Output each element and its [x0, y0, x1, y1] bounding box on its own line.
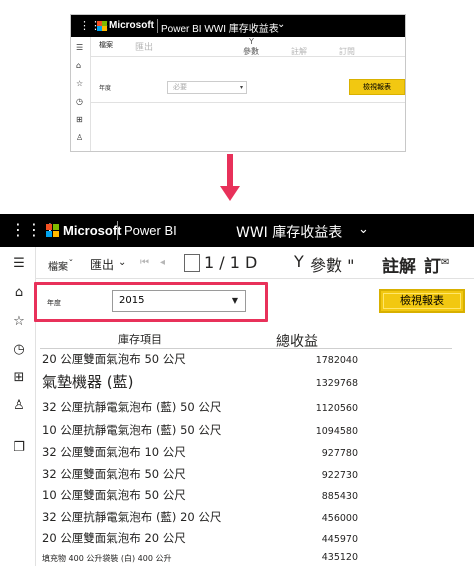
export-menu[interactable]: 匯出: [135, 40, 153, 53]
parameters-icon[interactable]: Y: [249, 37, 254, 46]
view-report-button[interactable]: 檢視報表: [349, 79, 405, 95]
file-menu[interactable]: 檔案: [99, 40, 113, 50]
row-value: 1094580: [315, 426, 358, 437]
first-page-icon[interactable]: ⏮: [140, 257, 149, 268]
subscribe-button[interactable]: 訂: [424, 252, 441, 277]
chevron-down-icon: ⌄: [118, 257, 127, 268]
home-icon[interactable]: ⌂: [76, 61, 81, 70]
thumbnail-brand: Microsoft: [109, 20, 154, 31]
row-value: 445970: [321, 534, 358, 545]
row-value: 922730: [321, 470, 358, 481]
workspaces-icon[interactable]: ❐: [11, 441, 27, 455]
dropdown-caret-icon: ▾: [239, 84, 243, 91]
export-menu[interactable]: 匯出: [90, 256, 114, 273]
year-label: 年度: [99, 85, 112, 92]
row-value: 1120560: [315, 403, 358, 414]
parameters-button[interactable]: 參數: [243, 46, 259, 57]
chevron-down-icon[interactable]: ⌄: [358, 222, 369, 237]
thumbnail-screenshot: ⋮⋮⋮ Microsoft Power BI WWI 庫存收益表 ⌄ ☰ ⌂ ☆…: [70, 14, 406, 152]
page-indicator: 1 / 1 D: [204, 253, 258, 272]
year-select-value: 2015: [119, 295, 145, 306]
dropdown-caret-icon: ▼: [231, 296, 238, 305]
page-number-input[interactable]: [184, 254, 200, 272]
row-item: 10 公厘雙面氣泡布 50 公尺: [42, 488, 186, 502]
row-item: 32 公厘抗靜電氣泡布 (藍) 50 公尺: [42, 400, 222, 414]
row-value: 927780: [321, 448, 358, 459]
row-value: 1329768: [315, 378, 358, 389]
recent-icon[interactable]: ◷: [76, 97, 83, 106]
table-row: 20 公厘雙面氣泡布 50 公尺 1782040: [40, 348, 460, 370]
table-row: 填充物 400 公升袋裝 (白) 400 公升 435120: [40, 545, 460, 566]
file-menu[interactable]: 檔案: [48, 258, 68, 273]
thumbnail-toolbar: 檔案 匯出 Y 參數 註解 訂閱: [91, 37, 405, 57]
shared-icon[interactable]: ♙: [76, 133, 83, 142]
microsoft-logo-icon: [46, 224, 59, 237]
parameters-button[interactable]: 參數 ": [310, 252, 354, 276]
comment-button[interactable]: 註解: [291, 46, 307, 57]
down-arrow-icon: [227, 154, 233, 188]
previous-page-icon[interactable]: ◂: [160, 257, 165, 268]
row-item: 10 公厘抗靜電氣泡布 (藍) 50 公尺: [42, 423, 222, 437]
row-value: 435120: [321, 552, 358, 563]
hamburger-icon[interactable]: ☰: [11, 257, 27, 271]
year-select-empty[interactable]: 必要 ▾: [167, 81, 247, 94]
report-title: WWI 庫存收益表: [236, 225, 343, 241]
main-screenshot: ⋮⋮⋮ Microsoft Power BI WWI 庫存收益表 ⌄ ☰ ⌂ ☆…: [0, 214, 474, 566]
select-placeholder: 必要: [173, 83, 187, 91]
table-row: 氣墊機器 (藍) 1329768: [40, 371, 460, 395]
table-row: 32 公厘雙面氣泡布 10 公尺 927780: [40, 441, 460, 463]
app-launcher-icon[interactable]: ⋮⋮⋮: [79, 20, 112, 32]
table-row: 32 公厘抗靜電氣泡布 (藍) 20 公尺 456000: [40, 506, 460, 528]
microsoft-logo-icon: [97, 21, 107, 31]
thumbnail-sidebar: ☰ ⌂ ☆ ◷ ⊞ ♙: [71, 37, 91, 151]
row-value: 885430: [321, 491, 358, 502]
brand-name: Microsoft: [63, 223, 122, 238]
column-header-item: 庫存項目: [118, 333, 162, 346]
recent-icon[interactable]: ◷: [11, 343, 27, 357]
table-row: 10 公厘雙面氣泡布 50 公尺 885430: [40, 484, 460, 506]
row-item: 氣墊機器 (藍): [42, 373, 134, 391]
home-icon[interactable]: ⌂: [11, 286, 27, 300]
row-item: 20 公厘雙面氣泡布 50 公尺: [42, 352, 186, 366]
row-value: 456000: [321, 513, 358, 524]
shared-icon[interactable]: ♙: [11, 399, 27, 413]
thumbnail-report-title: Power BI WWI 庫存收益表: [161, 24, 279, 35]
view-report-button[interactable]: 檢視報表: [379, 289, 465, 313]
year-select[interactable]: 2015 ▼: [112, 290, 246, 312]
table-row: 32 公厘雙面氣泡布 50 公尺 922730: [40, 463, 460, 485]
chevron-down-icon: ⌄: [68, 255, 74, 263]
row-value: 1782040: [315, 355, 358, 366]
report-toolbar: 檔案 ⌄ 匯出 ⌄ ⏮ ◂ 1 / 1 D Y 參數 " 註解 訂 ✉: [36, 247, 474, 279]
apps-icon[interactable]: ⊞: [11, 371, 27, 385]
row-item: 20 公厘雙面氣泡布 20 公尺: [42, 531, 186, 545]
parameters-icon[interactable]: Y: [294, 252, 304, 271]
table-row: 32 公厘抗靜電氣泡布 (藍) 50 公尺 1120560: [40, 396, 460, 418]
tutorial-figure: ⋮⋮⋮ Microsoft Power BI WWI 庫存收益表 ⌄ ☰ ⌂ ☆…: [0, 0, 474, 566]
thumbnail-topbar: ⋮⋮⋮ Microsoft Power BI WWI 庫存收益表 ⌄: [71, 15, 405, 37]
chevron-down-icon[interactable]: ⌄: [277, 19, 285, 30]
down-arrow-head: [220, 186, 240, 201]
row-item: 32 公厘抗靜電氣泡布 (藍) 20 公尺: [42, 510, 222, 524]
table-row: 10 公厘抗靜電氣泡布 (藍) 50 公尺 1094580: [40, 419, 460, 441]
sidebar: ☰ ⌂ ☆ ◷ ⊞ ♙ ❐: [0, 247, 36, 566]
apps-icon[interactable]: ⊞: [76, 115, 83, 124]
product-name[interactable]: Power BI: [124, 223, 177, 238]
year-label: 年度: [47, 299, 61, 307]
topbar: ⋮⋮⋮ Microsoft Power BI WWI 庫存收益表 ⌄: [0, 214, 474, 247]
row-item: 填充物 400 公升袋裝 (白) 400 公升: [42, 554, 172, 563]
comment-button[interactable]: 註解: [382, 252, 416, 277]
subscribe-button[interactable]: 訂閱: [339, 46, 355, 57]
favorites-icon[interactable]: ☆: [76, 79, 83, 88]
thumbnail-filter-pane: 年度 必要 ▾ 檢視報表: [91, 57, 405, 103]
favorites-icon[interactable]: ☆: [11, 315, 27, 329]
mail-icon[interactable]: ✉: [441, 257, 449, 268]
row-item: 32 公厘雙面氣泡布 10 公尺: [42, 445, 186, 459]
row-item: 32 公厘雙面氣泡布 50 公尺: [42, 467, 186, 481]
hamburger-icon[interactable]: ☰: [76, 43, 83, 52]
topbar-separator: [117, 221, 118, 240]
topbar-separator: [157, 19, 158, 33]
